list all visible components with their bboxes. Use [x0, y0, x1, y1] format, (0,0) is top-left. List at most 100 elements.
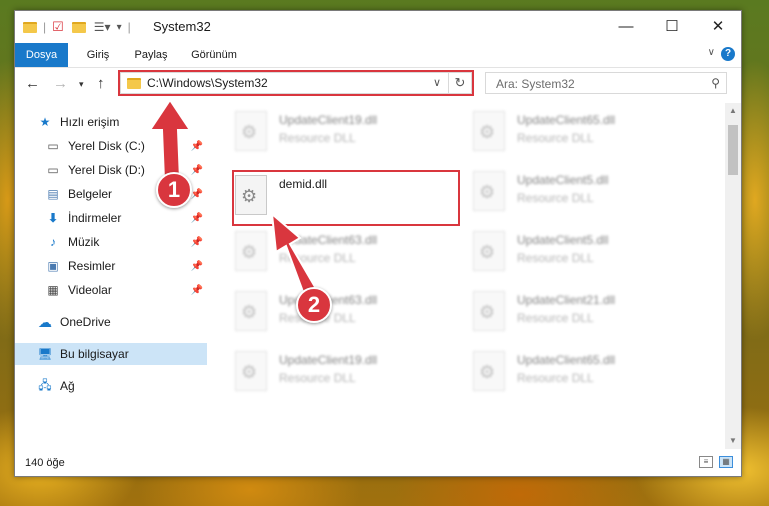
step-badge-2: 2	[296, 287, 332, 323]
file-type: Resource DLL	[517, 311, 594, 325]
quick-access-toolbar: | ☑ ☰▾ ▾ |	[23, 19, 131, 35]
drive-icon: ▭	[47, 139, 59, 153]
search-input[interactable]: Ara: System32 ⚲	[485, 72, 727, 94]
file-type: Resource DLL	[279, 251, 356, 265]
back-arrow-icon[interactable]: ←	[25, 75, 40, 92]
dll-file-icon	[473, 351, 505, 391]
pin-icon[interactable]: 📌	[191, 237, 203, 248]
list-item[interactable]: UpdateClient19.dll Resource DLL	[235, 109, 455, 157]
list-item[interactable]: UpdateClient19.dll Resource DLL	[235, 349, 455, 397]
window-title: System32	[153, 19, 211, 34]
sidebar-item-label: Müzik	[68, 235, 100, 249]
separator: |	[127, 20, 131, 34]
video-icon: ▦	[47, 283, 59, 297]
scroll-down-icon[interactable]: ▼	[725, 433, 741, 449]
dll-file-icon	[473, 231, 505, 271]
up-arrow-icon[interactable]: ↑	[97, 75, 105, 92]
file-name: UpdateClient5.dll	[517, 233, 609, 247]
pin-icon[interactable]: 📌	[191, 213, 203, 224]
help-icon[interactable]: ?	[721, 47, 735, 61]
details-view-icon[interactable]: ≡	[699, 456, 713, 468]
recent-dropdown-icon[interactable]: ▾	[79, 79, 84, 90]
forward-arrow-icon[interactable]: →	[53, 75, 68, 92]
sidebar-item-this-pc[interactable]: 🖥 Bu bilgisayar	[15, 343, 207, 365]
file-type: Resource DLL	[517, 371, 594, 385]
file-name: UpdateClient5.dll	[517, 173, 609, 187]
status-bar: 140 öğe ≡ ▦	[15, 450, 741, 476]
sidebar-item-label: Yerel Disk (D:)	[68, 163, 145, 177]
network-icon: 🖧	[38, 377, 52, 392]
vertical-scrollbar[interactable]: ▲ ▼	[725, 103, 741, 449]
dll-file-icon	[473, 171, 505, 211]
folder-icon	[23, 21, 37, 33]
file-type: Resource DLL	[517, 191, 594, 205]
maximize-button[interactable]: ☐	[649, 11, 695, 41]
tab-file[interactable]: Dosya	[15, 43, 68, 67]
list-item[interactable]: UpdateClient63.dll Resource DLL	[235, 229, 455, 277]
list-item[interactable]: UpdateClient65.dll Resource DLL	[473, 349, 693, 397]
new-folder-icon[interactable]	[71, 21, 86, 33]
tab-view[interactable]: Görünüm	[189, 43, 239, 67]
computer-icon: 🖥	[37, 347, 53, 361]
sidebar-item-music[interactable]: ♪ Müzik 📌	[15, 231, 207, 253]
tab-share[interactable]: Paylaş	[131, 43, 171, 67]
sidebar-item-label: Belgeler	[68, 187, 113, 201]
customize-icon[interactable]: ☰▾	[94, 20, 111, 34]
file-explorer-window: | ☑ ☰▾ ▾ | System32 — ☐ ✕ Dosya Giriş Pa…	[14, 10, 742, 477]
chevron-down-icon[interactable]: ∨	[708, 47, 715, 58]
list-item[interactable]: UpdateClient5.dll Resource DLL	[473, 229, 693, 277]
file-type: Resource DLL	[279, 131, 356, 145]
sidebar-item-onedrive[interactable]: ☁ OneDrive	[15, 311, 207, 333]
pin-icon[interactable]: 📌	[191, 189, 203, 200]
scroll-up-icon[interactable]: ▲	[725, 103, 741, 119]
sidebar-item-quick-access[interactable]: ★ Hızlı erişim	[15, 111, 207, 133]
pin-icon[interactable]: 📌	[191, 285, 203, 296]
tab-home[interactable]: Giriş	[81, 43, 115, 67]
sidebar-item-videos[interactable]: ▦ Videolar 📌	[15, 279, 207, 301]
dll-file-icon	[235, 291, 267, 331]
file-name: UpdateClient65.dll	[517, 113, 616, 127]
sidebar-item-label: Videolar	[68, 283, 112, 297]
download-icon: ⬇	[47, 211, 59, 225]
tiles-view-icon[interactable]: ▦	[719, 456, 733, 468]
scroll-thumb[interactable]	[728, 125, 738, 175]
search-placeholder: Ara: System32	[496, 77, 575, 91]
sidebar-item-label: İndirmeler	[68, 211, 122, 225]
sidebar-item-network[interactable]: 🖧 Ağ	[15, 375, 207, 397]
pin-icon[interactable]: 📌	[191, 261, 203, 272]
file-name: UpdateClient63.dll	[279, 233, 378, 247]
dll-file-icon	[473, 111, 505, 151]
file-name: UpdateClient65.dll	[517, 353, 616, 367]
sidebar-item-pictures[interactable]: ▣ Resimler 📌	[15, 255, 207, 277]
minimize-button[interactable]: —	[603, 11, 649, 41]
sidebar-item-label: Yerel Disk (C:)	[68, 139, 145, 153]
view-switcher: ≡ ▦	[699, 456, 733, 468]
list-item[interactable]: UpdateClient5.dll Resource DLL	[473, 169, 693, 217]
sidebar-item-label: Resimler	[68, 259, 116, 273]
navigation-bar: ← → ▾ ↑ C:\Windows\System32 ∨ ↻ Ara: Sys…	[15, 68, 741, 100]
dll-file-icon	[473, 291, 505, 331]
close-button[interactable]: ✕	[695, 11, 741, 41]
address-highlight-box	[118, 70, 474, 96]
star-icon: ★	[39, 115, 51, 129]
file-highlight-box	[232, 170, 460, 226]
sidebar-item-label: Ağ	[60, 379, 75, 393]
search-icon[interactable]: ⚲	[711, 76, 720, 90]
file-type: Resource DLL	[517, 251, 594, 265]
file-type: Resource DLL	[517, 131, 594, 145]
separator: |	[43, 20, 47, 34]
sidebar-item-downloads[interactable]: ⬇ İndirmeler 📌	[15, 207, 207, 229]
sidebar-item-local-disk-c[interactable]: ▭ Yerel Disk (C:) 📌	[15, 135, 207, 157]
list-item[interactable]: UpdateClient65.dll Resource DLL	[473, 109, 693, 157]
pin-icon[interactable]: 📌	[191, 141, 203, 152]
pin-icon[interactable]: 📌	[191, 165, 203, 176]
file-name: UpdateClient19.dll	[279, 113, 378, 127]
list-item[interactable]: UpdateClient63.dll Resource DLL	[235, 289, 455, 337]
title-bar: | ☑ ☰▾ ▾ | System32 — ☐ ✕	[15, 11, 741, 43]
dll-file-icon	[235, 231, 267, 271]
properties-icon[interactable]: ☑	[52, 19, 64, 35]
file-name: UpdateClient21.dll	[517, 293, 616, 307]
chevron-down-icon[interactable]: ▾	[117, 22, 122, 33]
sidebar-item-label: Bu bilgisayar	[60, 347, 129, 361]
list-item[interactable]: UpdateClient21.dll Resource DLL	[473, 289, 693, 337]
